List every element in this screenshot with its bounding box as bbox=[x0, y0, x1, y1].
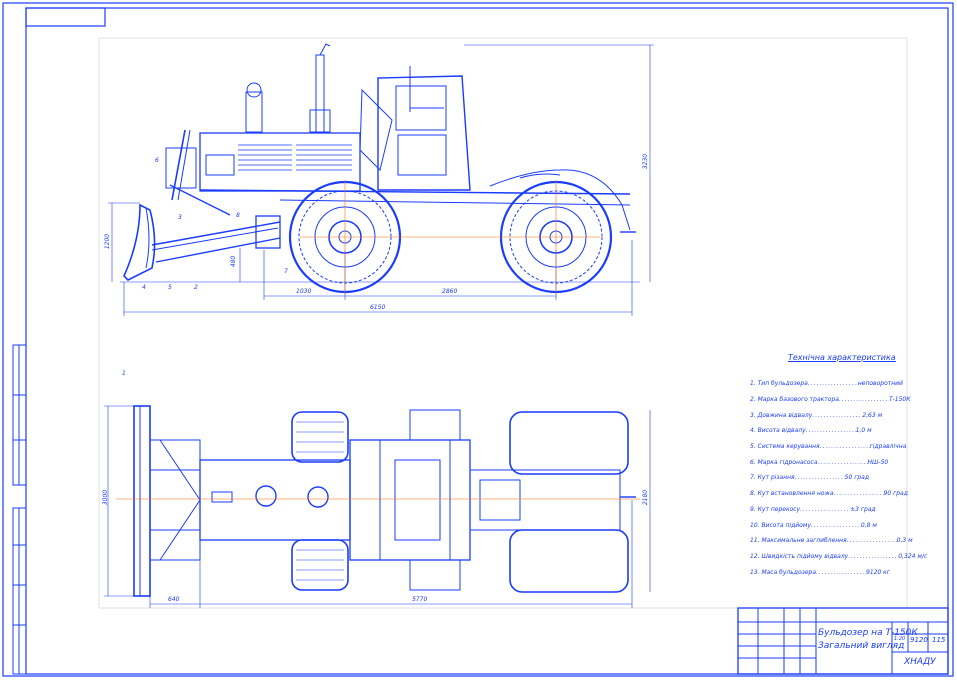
callout-4: 4 bbox=[142, 284, 146, 291]
spec-item: 10. Висота підйому......................… bbox=[750, 521, 877, 529]
spec-item: 12. Швидкість підйому відвалу...........… bbox=[750, 552, 928, 560]
spec-item: 6. Марка гідронасоса....................… bbox=[750, 458, 889, 466]
dim-2860: 2860 bbox=[442, 288, 458, 295]
dim-1200: 1200 bbox=[104, 233, 112, 250]
dim-6150: 6150 bbox=[370, 304, 386, 311]
side-axes bbox=[300, 180, 600, 295]
spec-item: 3. Довжина відвалу......................… bbox=[750, 411, 883, 419]
front-right-tyre bbox=[291, 539, 349, 591]
spec-item: 2. Марка базового трактора..............… bbox=[750, 396, 911, 404]
top-view bbox=[104, 405, 651, 608]
callout-5: 5 bbox=[168, 284, 172, 291]
sheet-number: 115 bbox=[932, 636, 946, 644]
spec-item: 13. Маса бульдозера.....................… bbox=[750, 568, 890, 576]
left-strip bbox=[12, 344, 27, 675]
dim-3230: 3230 bbox=[642, 153, 650, 170]
spec-item: 11. Максимальне заглиблення.............… bbox=[750, 537, 913, 545]
spec-item: 1. Тип бульдозера.......................… bbox=[750, 380, 903, 388]
callout-7: 7 bbox=[284, 268, 288, 275]
sheet-code: ХНАДУ bbox=[904, 657, 936, 667]
spec-item: 9. Кут перекосу.........................… bbox=[750, 505, 876, 513]
callout-8: 8 bbox=[236, 212, 240, 219]
front-left-tyre bbox=[291, 411, 349, 463]
callout-3: 3 bbox=[178, 214, 182, 221]
spec-item: 4. Висота відвалу.......................… bbox=[750, 427, 872, 435]
dim-480: 480 bbox=[230, 255, 238, 268]
corner-stamp bbox=[25, 7, 106, 27]
dim-5770: 5770 bbox=[412, 596, 428, 603]
callout-2: 2 bbox=[194, 284, 198, 291]
drawing-scale: 1:20 bbox=[894, 636, 906, 642]
dim-1030: 1030 bbox=[296, 288, 312, 295]
rear-right-tyre bbox=[509, 529, 629, 593]
callout-1: 1 bbox=[122, 370, 126, 377]
rear-left-tyre bbox=[509, 411, 629, 475]
dim-640: 640 bbox=[168, 596, 180, 603]
drawing-mass: 9120 bbox=[910, 636, 928, 644]
drawing-title-2: Загальний вигляд bbox=[818, 641, 905, 651]
dim-3000: 3000 bbox=[102, 489, 110, 506]
spec-item: 8. Кут встановлення ножа................… bbox=[750, 490, 908, 498]
specs-heading: Технічна характеристика bbox=[788, 353, 896, 362]
callout-6: 6 bbox=[155, 157, 159, 164]
dim-2180: 2180 bbox=[642, 489, 650, 506]
spec-item: 7. Кут різання..........................… bbox=[750, 474, 869, 482]
blade bbox=[123, 203, 156, 281]
specs-list: 1. Тип бульдозера.......................… bbox=[750, 376, 940, 580]
cab bbox=[377, 75, 471, 191]
blade-top bbox=[133, 405, 151, 597]
spec-item: 5. Система керування....................… bbox=[750, 443, 907, 451]
side-view bbox=[108, 43, 654, 316]
